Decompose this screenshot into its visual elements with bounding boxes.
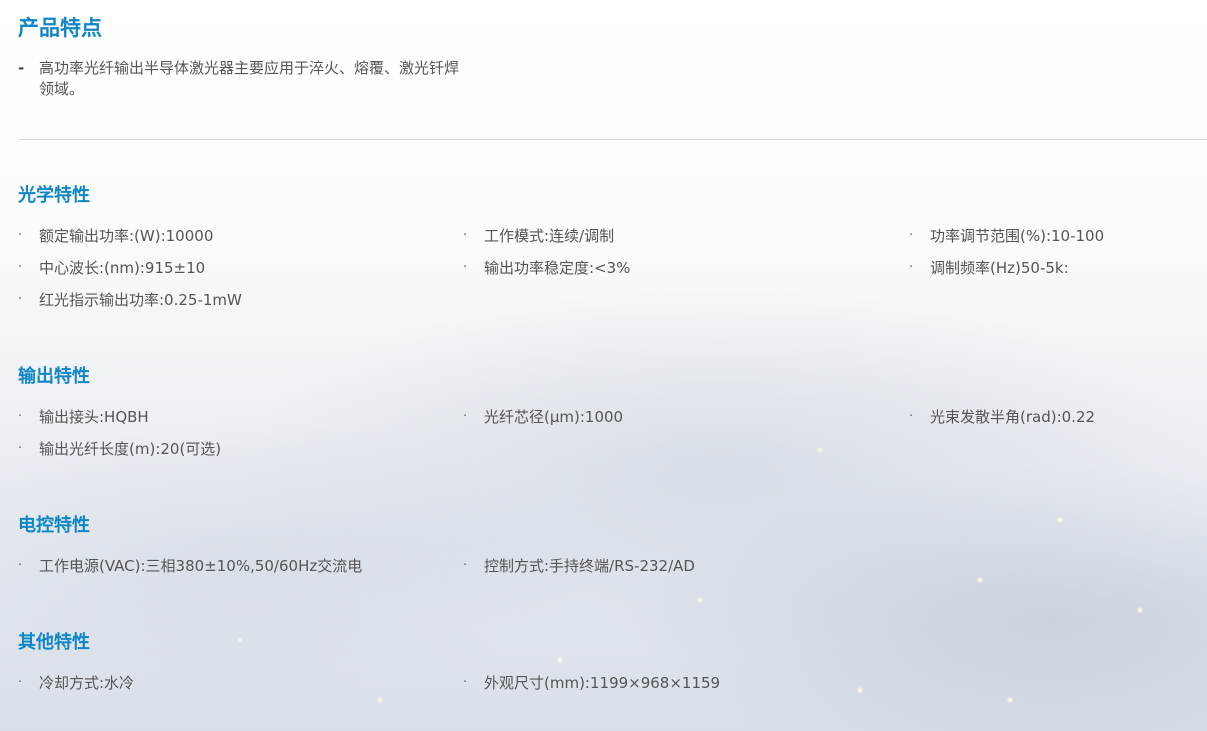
bullet-dot: · bbox=[463, 228, 468, 243]
spec-item: · 输出光纤长度(m):20(可选) bbox=[18, 439, 221, 459]
spec-text: 工作模式:连续/调制 bbox=[484, 227, 615, 245]
spec-item: · 额定输出功率:(W):10000 bbox=[18, 226, 213, 246]
spec-item: · 冷却方式:水冷 bbox=[18, 673, 134, 693]
background-city-lights bbox=[0, 0, 1207, 731]
product-description-text: 高功率光纤输出半导体激光器主要应用于淬火、熔覆、激光钎焊领域。 bbox=[39, 59, 460, 98]
section-title-output: 输出特性 bbox=[18, 366, 90, 387]
bullet-dot: · bbox=[909, 260, 914, 275]
spec-item: · 控制方式:手持终端/RS-232/AD bbox=[463, 556, 695, 576]
bullet-dot: · bbox=[18, 675, 23, 690]
spec-item: · 输出接头:HQBH bbox=[18, 407, 149, 427]
product-description: - 高功率光纤输出半导体激光器主要应用于淬火、熔覆、激光钎焊领域。 bbox=[18, 58, 468, 100]
spec-text: 输出功率稳定度:<3% bbox=[484, 259, 631, 277]
spec-text: 工作电源(VAC):三相380±10%,50/60Hz交流电 bbox=[39, 557, 363, 575]
spec-item: · 工作电源(VAC):三相380±10%,50/60Hz交流电 bbox=[18, 556, 362, 576]
spec-item: · 光纤芯径(μm):1000 bbox=[463, 407, 623, 427]
spec-text: 外观尺寸(mm):1199×968×1159 bbox=[484, 674, 721, 692]
spec-text: 光束发散半角(rad):0.22 bbox=[930, 408, 1096, 426]
bullet-dot: · bbox=[18, 228, 23, 243]
spec-text: 冷却方式:水冷 bbox=[39, 674, 135, 692]
section-title-other: 其他特性 bbox=[18, 632, 90, 653]
section-title-electrical: 电控特性 bbox=[18, 515, 90, 536]
bullet-dot: · bbox=[18, 441, 23, 456]
page-title: 产品特点 bbox=[18, 16, 102, 40]
spec-text: 功率调节范围(%):10-100 bbox=[930, 227, 1105, 245]
spec-text: 输出光纤长度(m):20(可选) bbox=[39, 440, 222, 458]
bullet-dot: · bbox=[463, 409, 468, 424]
spec-text: 中心波长:(nm):915±10 bbox=[39, 259, 206, 277]
section-divider bbox=[18, 139, 1207, 140]
bullet-dot: · bbox=[463, 260, 468, 275]
bullet-dot: · bbox=[18, 260, 23, 275]
section-title-optical: 光学特性 bbox=[18, 185, 90, 206]
bullet-dot: · bbox=[909, 228, 914, 243]
spec-item: · 功率调节范围(%):10-100 bbox=[909, 226, 1104, 246]
spec-text: 光纤芯径(μm):1000 bbox=[484, 408, 624, 426]
bullet-dot: · bbox=[18, 558, 23, 573]
bullet-dot: · bbox=[909, 409, 914, 424]
spec-item: · 外观尺寸(mm):1199×968×1159 bbox=[463, 673, 720, 693]
spec-item: · 光束发散半角(rad):0.22 bbox=[909, 407, 1095, 427]
bullet-dot: · bbox=[463, 558, 468, 573]
bullet-dot: · bbox=[463, 675, 468, 690]
spec-text: 输出接头:HQBH bbox=[39, 408, 149, 426]
spec-text: 额定输出功率:(W):10000 bbox=[39, 227, 214, 245]
bullet-dot: · bbox=[18, 292, 23, 307]
spec-item: · 输出功率稳定度:<3% bbox=[463, 258, 630, 278]
spec-item: · 调制频率(Hz)50-5k: bbox=[909, 258, 1069, 278]
bullet-dot: · bbox=[18, 409, 23, 424]
spec-item: · 中心波长:(nm):915±10 bbox=[18, 258, 205, 278]
spec-text: 调制频率(Hz)50-5k: bbox=[930, 259, 1069, 277]
dash-bullet: - bbox=[18, 59, 25, 77]
spec-item: · 红光指示输出功率:0.25-1mW bbox=[18, 290, 242, 310]
spec-text: 控制方式:手持终端/RS-232/AD bbox=[484, 557, 695, 575]
spec-text: 红光指示输出功率:0.25-1mW bbox=[39, 291, 242, 309]
spec-item: · 工作模式:连续/调制 bbox=[463, 226, 614, 246]
